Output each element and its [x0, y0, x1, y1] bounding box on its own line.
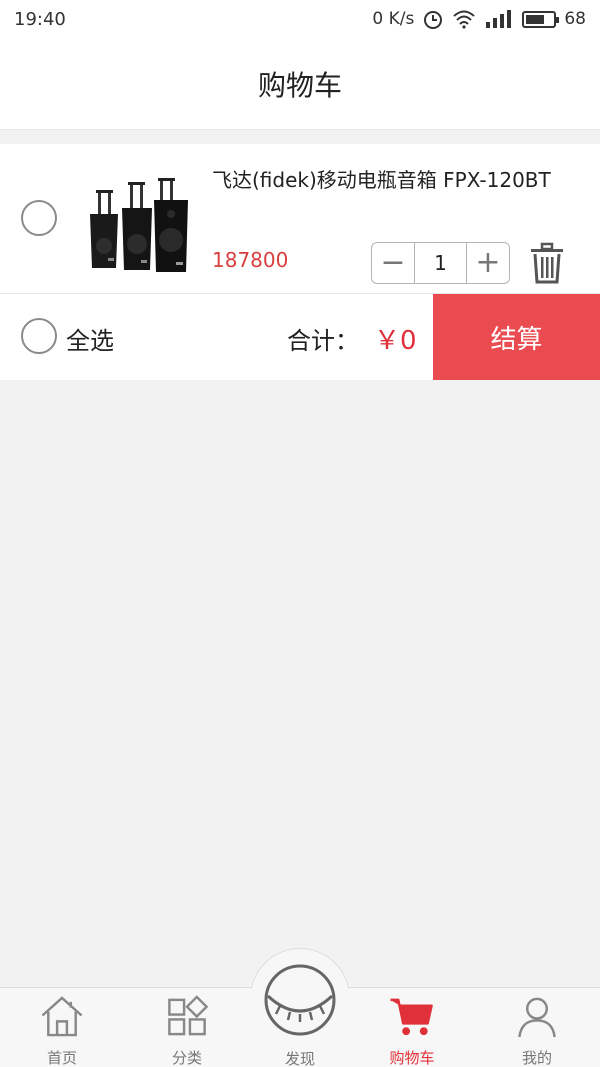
tab-label: 分类	[171, 1049, 202, 1067]
quantity-stepper: − 1 +	[371, 242, 510, 284]
tab-home[interactable]: 首页	[2, 988, 122, 1067]
user-icon	[518, 997, 556, 1038]
cart-item: 飞达(fidek)移动电瓶音箱 FPX-120BT 187800 − 1 +	[0, 144, 600, 294]
product-price: 187800	[212, 248, 289, 272]
tab-label: 首页	[46, 1049, 77, 1067]
net-speed: 0 K/s	[372, 9, 415, 29]
wifi-icon	[453, 10, 476, 29]
home-icon	[41, 996, 83, 1037]
select-all-radio[interactable]	[21, 318, 57, 354]
tab-bar: 首页 分类 发现 购物车 我的	[0, 948, 600, 1067]
select-all-label[interactable]: 全选	[66, 321, 114, 356]
decrease-button[interactable]: −	[372, 243, 414, 283]
checkout-bar: 全选 合计： ￥0 结算	[0, 294, 600, 380]
status-icons: 0 K/s 68	[372, 8, 586, 30]
checkout-button[interactable]: 结算	[433, 294, 600, 380]
total-value: ￥0	[374, 326, 417, 356]
quantity-value[interactable]: 1	[414, 243, 467, 283]
tab-category[interactable]: 分类	[127, 988, 247, 1067]
status-time: 19:40	[14, 8, 66, 30]
battery-icon	[522, 10, 560, 28]
increase-button[interactable]: +	[467, 243, 509, 283]
status-bar: 19:40 0 K/s 68	[0, 0, 600, 38]
discover-icon	[264, 964, 336, 1036]
tab-label: 我的	[521, 1049, 552, 1067]
item-select-radio[interactable]	[21, 200, 57, 236]
trash-icon[interactable]	[528, 242, 566, 284]
product-title[interactable]: 飞达(fidek)移动电瓶音箱 FPX-120BT	[212, 164, 592, 193]
category-icon	[168, 995, 209, 1036]
tab-discover[interactable]: 发现	[240, 964, 360, 1067]
signal-icon	[486, 10, 512, 28]
total-label: 合计：	[287, 327, 359, 355]
nav-bar: 购物车	[0, 38, 600, 130]
tab-label: 发现	[284, 1050, 315, 1067]
page-title: 购物车	[257, 68, 342, 102]
tab-mine[interactable]: 我的	[477, 988, 597, 1067]
alarm-icon	[424, 11, 443, 29]
battery-level: 68	[564, 9, 586, 29]
tab-cart[interactable]: 购物车	[352, 988, 472, 1067]
tab-label: 购物车	[389, 1049, 435, 1067]
product-image[interactable]	[80, 178, 198, 274]
cart-icon	[390, 998, 433, 1036]
